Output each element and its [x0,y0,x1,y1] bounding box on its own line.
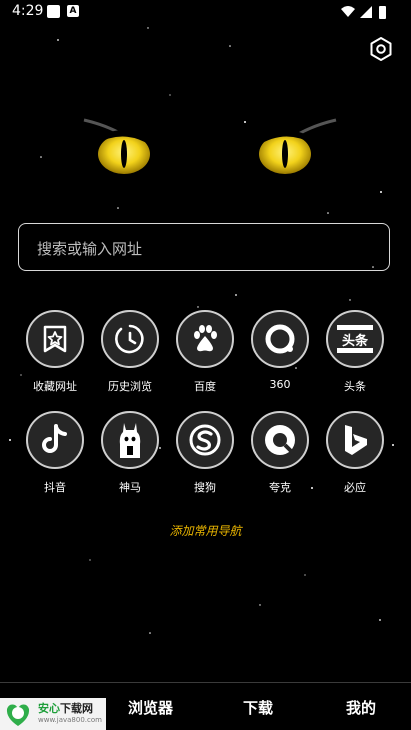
shortcut-shenma[interactable]: 神马 [95,411,165,495]
shortcut-label: 历史浏览 [108,380,152,393]
cat-eyes-illustration [83,118,337,174]
toutiao-icon: 头条 [337,325,373,353]
wifi-icon [341,6,355,17]
bing-icon [345,425,367,455]
watermark-title-a: 安心 [38,702,60,715]
search-input[interactable]: 搜索或输入网址 [18,223,390,271]
shortcut-bookmarks[interactable]: 收藏网址 [20,310,90,394]
shortcut-baidu[interactable]: 百度 [170,310,240,394]
nav-download[interactable]: 下载 [243,697,273,718]
signal-icon [360,6,372,18]
search-placeholder: 搜索或输入网址 [37,240,143,258]
shortcut-label: 360 [269,378,291,391]
baidu-paw-icon [194,325,217,352]
watermark-title-b: 下载网 [60,702,93,715]
shortcut-bing[interactable]: 必应 [320,411,390,495]
nav-browser[interactable]: 浏览器 [128,697,173,718]
notification-square-icon [47,5,60,18]
notification-a-icon: A [67,5,79,17]
shortcut-label: 头条 [344,380,366,393]
360-ring-icon [265,324,295,354]
watermark-title: 安心下载网 [38,700,93,716]
quark-icon [265,425,297,457]
shortcut-douyin[interactable]: 抖音 [20,411,90,495]
bookmark-star-icon [43,325,67,353]
shortcut-sogou[interactable]: 搜狗 [170,411,240,495]
nav-mine[interactable]: 我的 [346,697,376,718]
status-indicators [341,6,386,19]
shortcut-history[interactable]: 历史浏览 [95,310,165,394]
shortcut-toutiao[interactable]: 头条 头条 [320,310,390,394]
anxin-logo-icon [6,704,30,726]
status-bar: 4:29 A [0,0,411,24]
shortcut-quark[interactable]: 夸克 [245,411,315,495]
battery-icon [379,6,386,19]
shortcut-label: 必应 [344,481,366,494]
add-common-nav-link[interactable]: 添加常用导航 [0,522,411,539]
douyin-note-icon [42,424,67,453]
history-clock-icon [115,324,144,354]
shortcut-label: 收藏网址 [33,380,77,393]
watermark-logo: 安心下载网 www.java800.com [0,698,106,730]
status-time: 4:29 [12,3,44,19]
bottom-navigation: 安心下载网 www.java800.com 浏览器 下载 我的 [0,683,411,730]
watermark-url: www.java800.com [38,716,102,724]
settings-gear-icon[interactable] [368,36,394,62]
toutiao-icon-text: 头条 [342,333,369,349]
shortcut-label: 搜狗 [194,481,216,494]
sogou-s-icon [189,424,221,456]
shortcut-label: 抖音 [44,481,66,494]
shortcut-label: 百度 [194,380,216,393]
shortcut-label: 神马 [119,481,141,494]
shenma-alpaca-icon [119,423,141,458]
shortcut-360[interactable]: 360 [245,310,315,391]
shortcut-label: 夸克 [269,481,291,494]
